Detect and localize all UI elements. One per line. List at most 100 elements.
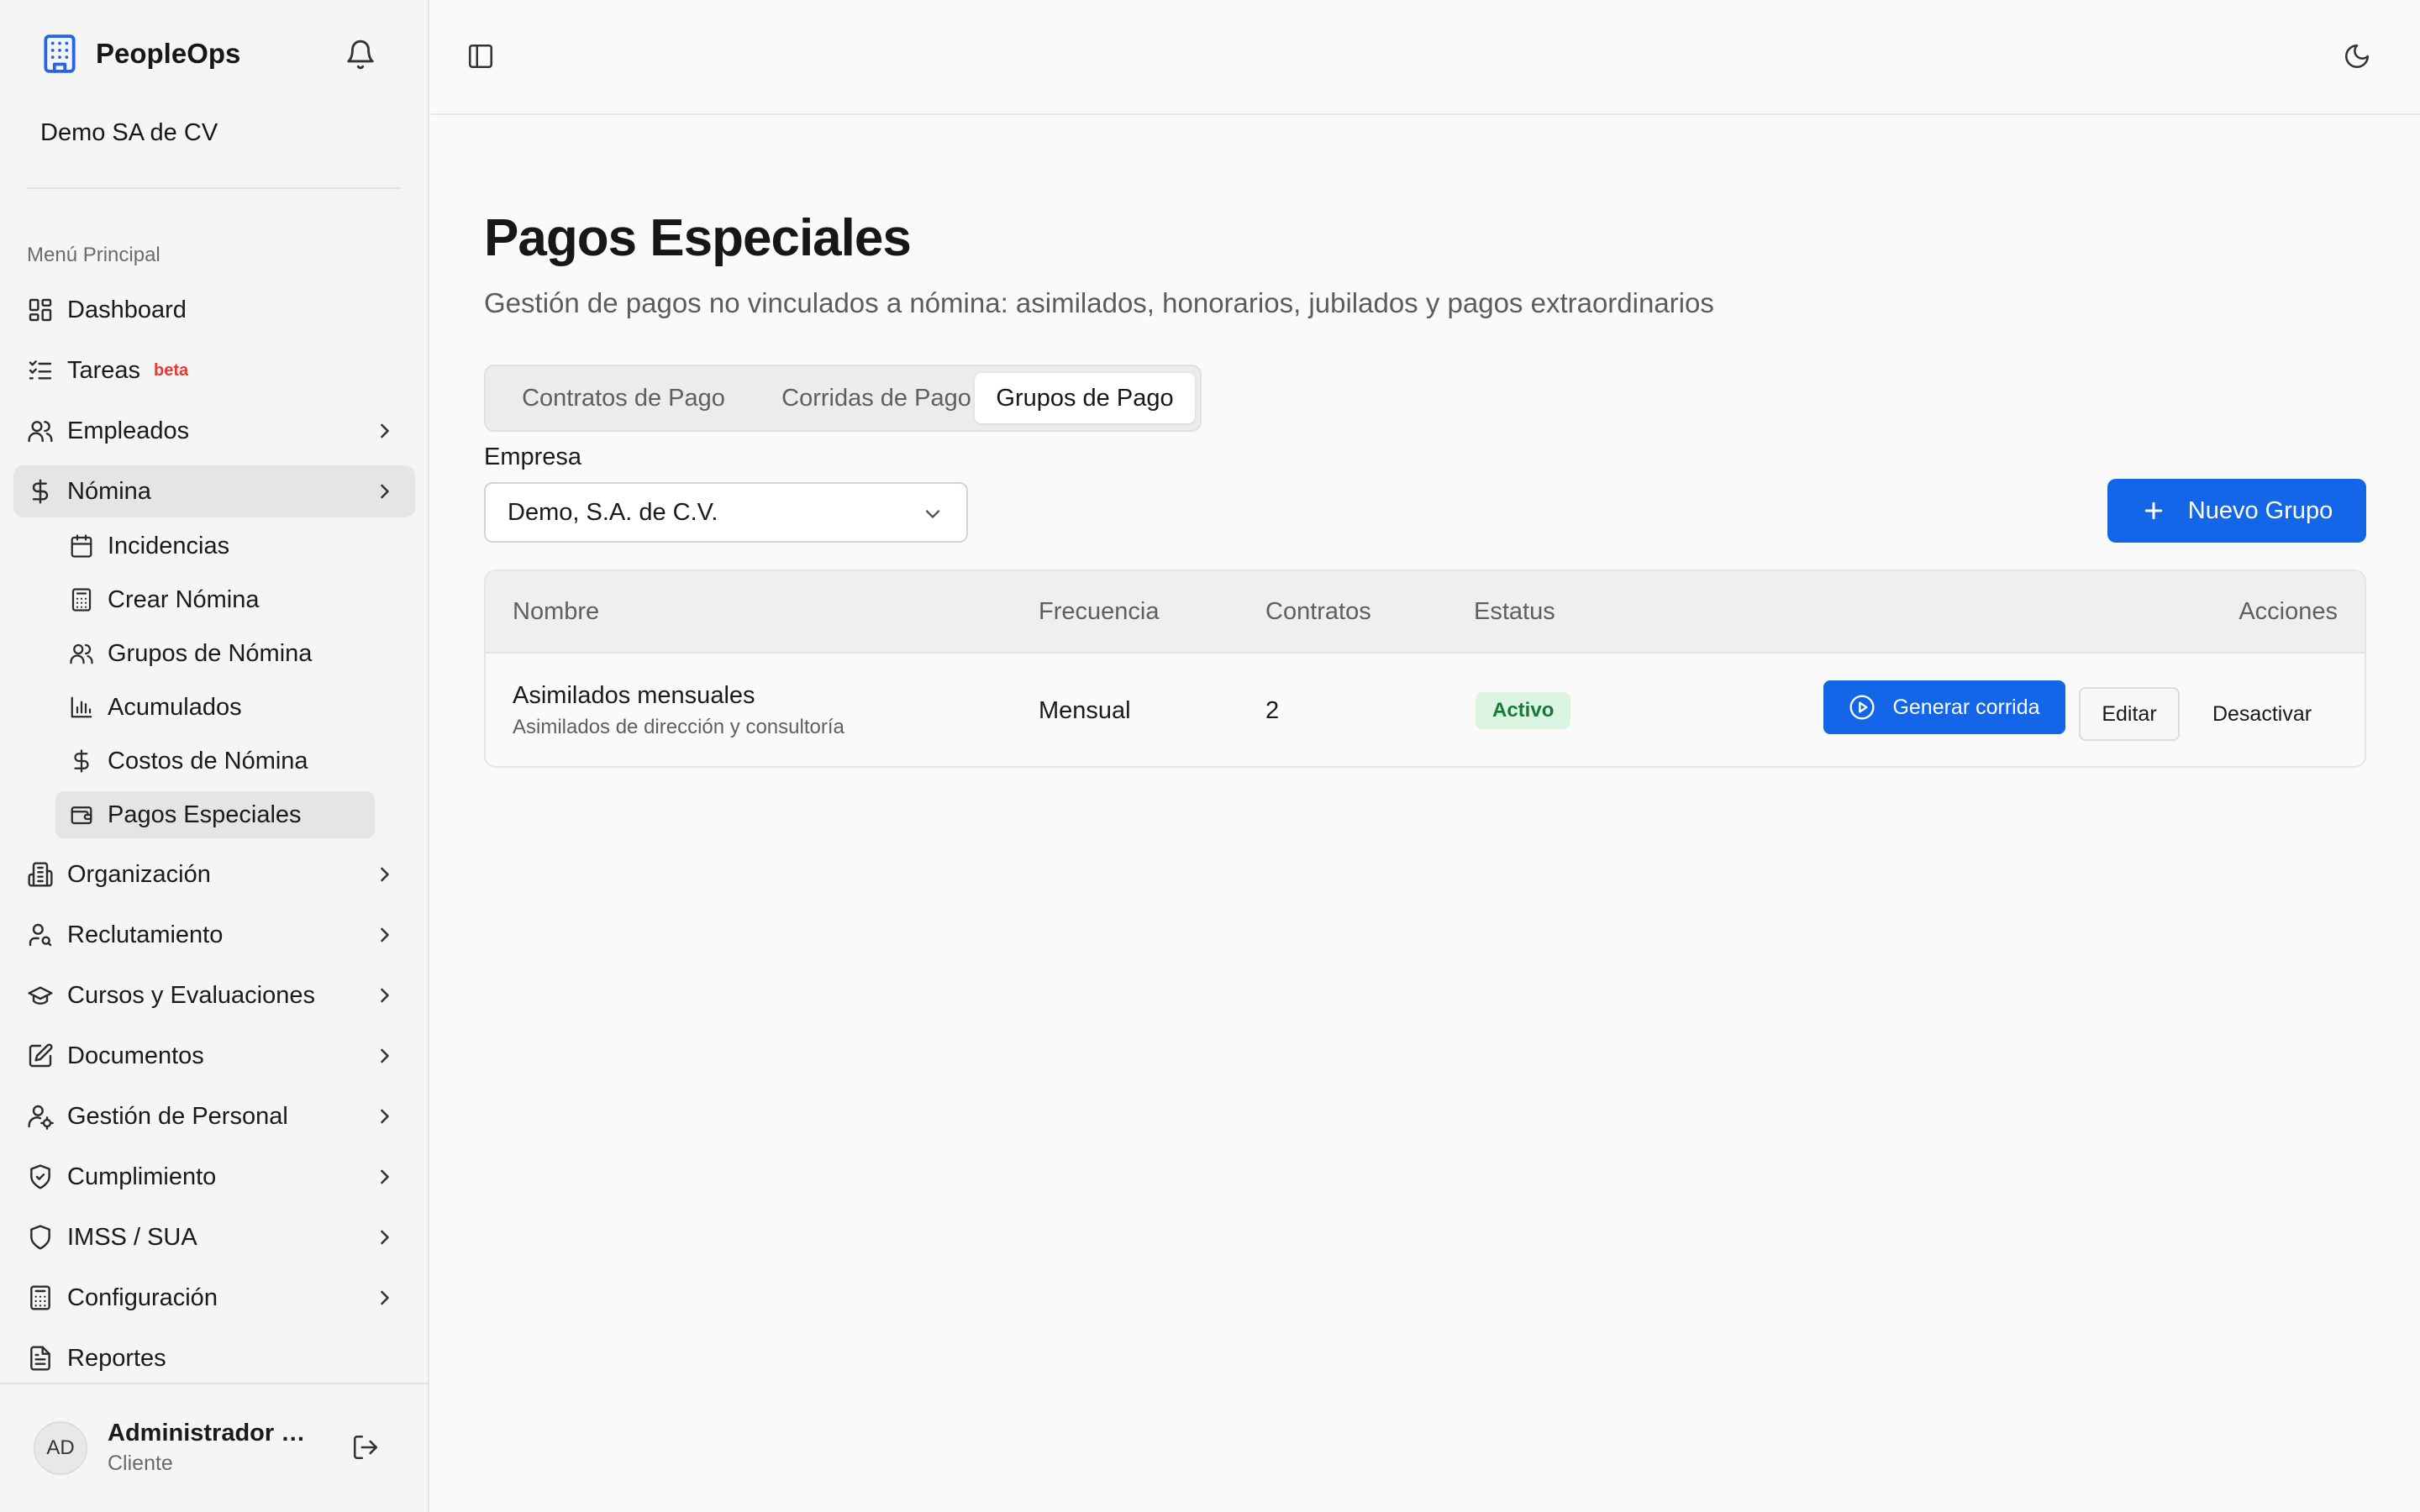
chevron-down-icon xyxy=(921,502,944,526)
sidebar-subitem-crear-nomina[interactable]: Crear Nómina xyxy=(55,576,375,623)
sidebar-item-organizacion[interactable]: Organización xyxy=(13,848,415,900)
column-header-contratos: Contratos xyxy=(1265,598,1371,625)
divider xyxy=(27,187,402,189)
users-icon xyxy=(69,641,94,666)
building-icon xyxy=(27,861,54,888)
sidebar-item-dashboard[interactable]: Dashboard xyxy=(13,284,415,336)
sidebar-item-nomina[interactable]: Nómina xyxy=(13,465,415,517)
sidebar-item-cursos[interactable]: Cursos y Evaluaciones xyxy=(13,969,415,1021)
document-edit-icon xyxy=(27,1042,54,1069)
moon-icon[interactable] xyxy=(2343,42,2371,71)
sidebar-item-label: Documentos xyxy=(67,1042,204,1069)
bell-icon[interactable] xyxy=(345,39,376,71)
sidebar-item-cumplimiento[interactable]: Cumplimiento xyxy=(13,1151,415,1203)
sidebar-subitem-incidencias[interactable]: Incidencias xyxy=(55,522,375,570)
sidebar-item-label: Nómina xyxy=(67,477,151,505)
plus-icon xyxy=(2141,498,2166,523)
beta-badge: beta xyxy=(154,360,189,380)
generate-run-label: Generar corrida xyxy=(1892,695,2040,719)
tab-corridas-de-pago[interactable]: Corridas de Pago xyxy=(755,373,998,423)
sidebar-item-documentos[interactable]: Documentos xyxy=(13,1030,415,1082)
sidebar-item-label: Reportes xyxy=(67,1344,166,1372)
column-header-frecuencia: Frecuencia xyxy=(1039,598,1160,625)
sidebar-item-tareas[interactable]: Tareas beta xyxy=(13,344,415,396)
sidebar-subitem-grupos-nomina[interactable]: Grupos de Nómina xyxy=(55,630,375,677)
sidebar-item-reportes[interactable]: Reportes xyxy=(13,1332,415,1384)
user-cog-icon xyxy=(27,1103,54,1130)
chevron-right-icon xyxy=(373,1044,397,1068)
column-header-estatus: Estatus xyxy=(1474,598,1555,625)
chevron-right-icon xyxy=(373,863,397,886)
chevron-right-icon xyxy=(373,1226,397,1249)
chevron-right-icon xyxy=(373,1105,397,1128)
sidebar-item-configuracion[interactable]: Configuración xyxy=(13,1272,415,1324)
sidebar: PeopleOps Demo SA de CV Menú Principal D… xyxy=(0,0,429,1512)
group-name: Asimilados mensuales xyxy=(513,682,755,709)
sidebar-item-label: Organización xyxy=(67,860,211,888)
page-subtitle: Gestión de pagos no vinculados a nómina:… xyxy=(484,287,1714,318)
topbar xyxy=(431,0,2420,115)
user-search-icon xyxy=(27,921,54,948)
wallet-icon xyxy=(69,802,94,827)
dashboard-icon xyxy=(27,297,54,323)
tab-grupos-de-pago[interactable]: Grupos de Pago xyxy=(975,373,1195,423)
sidebar-subitem-costos-nomina[interactable]: Costos de Nómina xyxy=(55,738,375,785)
sidebar-item-label: IMSS / SUA xyxy=(67,1223,197,1251)
sidebar-item-reclutamiento[interactable]: Reclutamiento xyxy=(13,909,415,961)
bar-chart-icon xyxy=(69,695,94,720)
divider xyxy=(0,1383,429,1384)
file-text-icon xyxy=(27,1345,54,1372)
building-logo-icon xyxy=(39,33,81,75)
shield-check-icon xyxy=(27,1163,54,1190)
sidebar-subitem-label: Acumulados xyxy=(108,693,242,721)
empresa-label: Empresa xyxy=(484,444,582,470)
calculator-icon xyxy=(27,1284,54,1311)
sidebar-item-label: Gestión de Personal xyxy=(67,1102,288,1130)
empresa-select[interactable]: Demo, S.A. de C.V. xyxy=(484,482,968,543)
sidebar-subitem-label: Pagos Especiales xyxy=(108,801,302,828)
chevron-right-icon xyxy=(373,480,397,503)
chevron-right-icon xyxy=(373,419,397,443)
user-name: Administrador Demo xyxy=(108,1420,318,1446)
generate-run-button[interactable]: Generar corrida xyxy=(1823,680,2065,734)
user-role: Cliente xyxy=(108,1452,173,1475)
sidebar-item-imss-sua[interactable]: IMSS / SUA xyxy=(13,1211,415,1263)
users-icon xyxy=(27,417,54,444)
sidebar-subitem-label: Costos de Nómina xyxy=(108,747,308,774)
sidebar-subitem-acumulados[interactable]: Acumulados xyxy=(55,684,375,731)
column-header-nombre: Nombre xyxy=(513,598,600,625)
brand[interactable]: PeopleOps xyxy=(39,32,240,76)
dollar-icon xyxy=(69,748,94,774)
calculator-icon xyxy=(69,587,94,612)
sidebar-item-label: Reclutamiento xyxy=(67,921,224,948)
avatar[interactable]: AD xyxy=(34,1421,87,1475)
calendar-icon xyxy=(69,533,94,559)
chevron-right-icon xyxy=(373,1286,397,1310)
new-group-button[interactable]: Nuevo Grupo xyxy=(2107,479,2366,543)
tab-contratos-de-pago[interactable]: Contratos de Pago xyxy=(492,373,755,423)
sidebar-item-label: Cursos y Evaluaciones xyxy=(67,981,315,1009)
sidebar-toggle-icon[interactable] xyxy=(466,42,495,71)
sidebar-item-label: Cumplimiento xyxy=(67,1163,217,1190)
new-group-button-label: Nuevo Grupo xyxy=(2187,496,2333,524)
chevron-right-icon xyxy=(373,923,397,947)
shield-icon xyxy=(27,1224,54,1251)
tabs: Contratos de Pago Corridas de Pago Grupo… xyxy=(484,365,1202,432)
status-badge: Activo xyxy=(1476,692,1571,729)
page-title: Pagos Especiales xyxy=(484,209,912,267)
sidebar-subitem-pagos-especiales[interactable]: Pagos Especiales xyxy=(55,791,375,838)
company-name[interactable]: Demo SA de CV xyxy=(40,119,218,147)
play-circle-icon xyxy=(1849,694,1876,721)
tasks-icon xyxy=(27,357,54,384)
group-frequency: Mensual xyxy=(1039,697,1131,724)
logout-icon[interactable] xyxy=(351,1433,380,1462)
table-row: Asimilados mensuales Asimilados de direc… xyxy=(486,654,2365,766)
sidebar-item-gestion-personal[interactable]: Gestión de Personal xyxy=(13,1090,415,1142)
sidebar-item-empleados[interactable]: Empleados xyxy=(13,405,415,457)
edit-button[interactable]: Editar xyxy=(2079,687,2180,741)
table-header: Nombre Frecuencia Contratos Estatus Acci… xyxy=(486,571,2365,654)
group-contracts: 2 xyxy=(1265,697,1280,724)
deactivate-button[interactable]: Desactivar xyxy=(2195,687,2329,741)
sidebar-item-label: Tareas xyxy=(67,356,141,384)
graduation-cap-icon xyxy=(27,982,54,1009)
